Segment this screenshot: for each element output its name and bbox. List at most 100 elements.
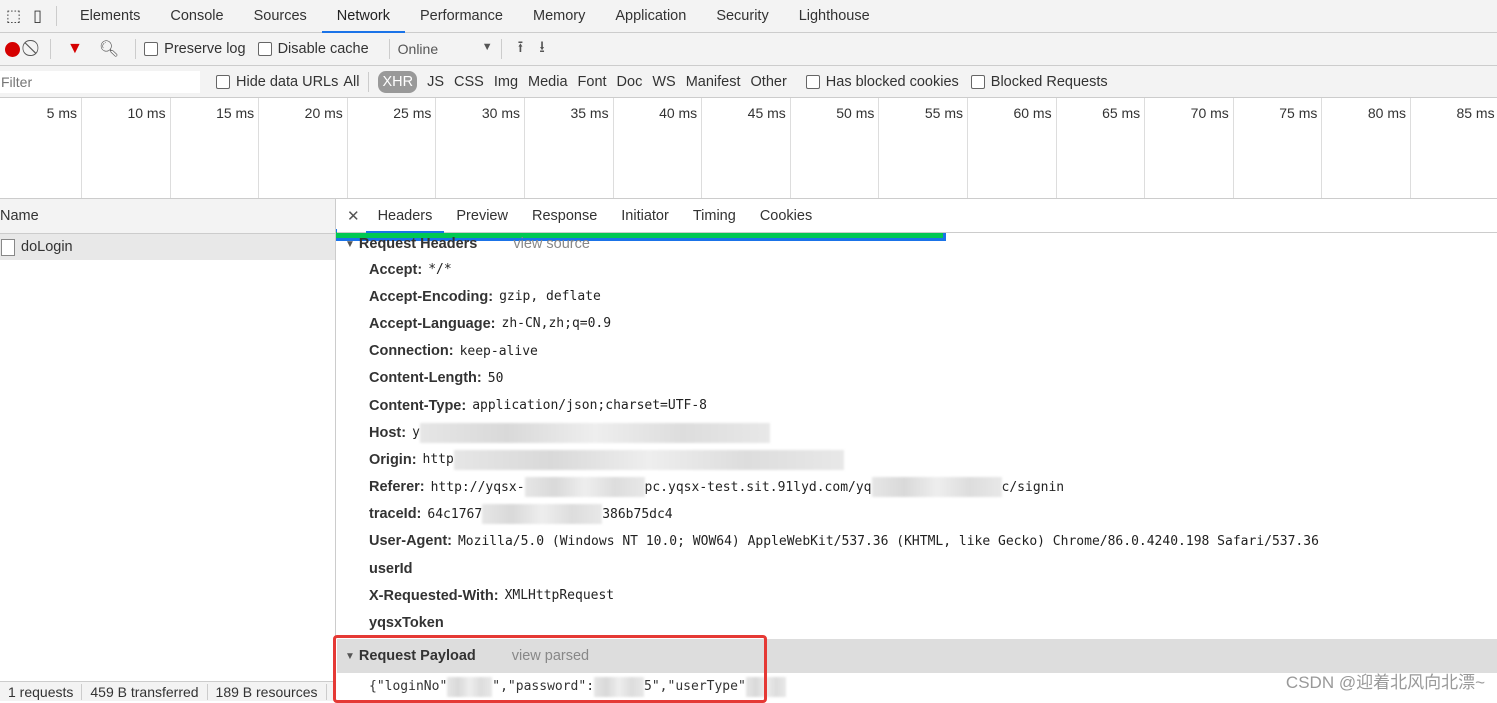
watermark: CSDN @迎着北风向北漂~ (1285, 673, 1485, 692)
redacted-area (871, 477, 1002, 498)
header-name: User-Agent: (369, 533, 452, 550)
header-value: Mozilla/5.0 (Windows NT 10.0; WOW64) App… (457, 533, 1319, 549)
header-value: */* (428, 262, 452, 278)
request-row[interactable]: doLogin (0, 234, 335, 260)
timeline-gridline (967, 98, 968, 198)
filter-type-media[interactable]: Media (528, 74, 568, 90)
filter-input[interactable] (0, 70, 200, 93)
header-row: Accept-Language: zh-CN,zh;q=0.9 (337, 310, 1497, 337)
timeline-tick-label: 25 ms (393, 105, 432, 121)
export-har-icon[interactable]: ⭳ (539, 36, 545, 63)
header-row: Referer: http://yqsx-pc.yqsx-test.sit.91l… (337, 474, 1497, 501)
tab-sources[interactable]: Sources (239, 0, 322, 33)
header-value: application/json;charset=UTF-8 (472, 398, 708, 414)
filter-type-css[interactable]: CSS (454, 74, 484, 90)
header-value: XMLHttpRequest (504, 588, 615, 604)
filter-type-img[interactable]: Img (494, 74, 518, 90)
overview-timeline[interactable]: 5 ms 10 ms 15 ms 20 ms 25 ms 30 ms 35 ms 40 ms 4… (0, 98, 1497, 241)
file-icon (1, 238, 15, 256)
timeline-tick-label: 85 ms (1456, 105, 1495, 121)
timeline-tick-label: 35 ms (570, 105, 609, 121)
details-tab-timing[interactable]: Timing (681, 199, 748, 233)
timeline-gridline (81, 98, 82, 198)
tab-performance[interactable]: Performance (405, 0, 518, 33)
filter-type-ws[interactable]: WS (652, 74, 675, 90)
disable-cache-checkbox[interactable]: Disable cache (257, 41, 369, 57)
divider (55, 6, 57, 26)
resource-type-filters: All XHR JS CSS Img Media Font Doc WS Manifest Othe… (338, 70, 791, 93)
search-icon[interactable]: 🔍︎ (99, 39, 119, 59)
throttling-value: Online (397, 41, 439, 57)
tab-security[interactable]: Security (701, 0, 783, 33)
details-tab-response[interactable]: Response (520, 199, 609, 233)
filter-type-all[interactable]: All (343, 74, 359, 90)
filter-type-other[interactable]: Other (751, 74, 787, 90)
details-tab-preview[interactable]: Preview (444, 199, 520, 233)
header-name: userId (369, 560, 413, 577)
timeline-gridline (701, 98, 703, 198)
filter-type-font[interactable]: Font (578, 74, 607, 90)
request-details-pane: ✕ Headers Preview Response Initiator Timing C… (333, 199, 1497, 703)
transferred-size: 459 B transferred (82, 683, 208, 700)
view-source-link[interactable]: view source (513, 236, 590, 252)
blocked-requests-checkbox[interactable]: Blocked Requests (970, 73, 1108, 90)
header-value: 64c1767 (427, 506, 483, 522)
divider (500, 39, 502, 59)
header-value: keep-alive (459, 343, 538, 359)
tab-memory[interactable]: Memory (518, 0, 600, 33)
close-icon[interactable]: ✕ (347, 207, 360, 225)
header-value: c/signin (1001, 479, 1065, 495)
redacted-area (482, 504, 603, 525)
header-name: Content-Type: (369, 397, 467, 414)
panel-tabs: Elements Console Sources Network Performance… (65, 0, 885, 33)
chevron-down-icon: ▼ (481, 41, 493, 53)
header-value: 386b75dc4 (602, 506, 673, 522)
timeline-tick-label: 10 ms (127, 105, 166, 121)
resources-size: 189 B resources (208, 683, 327, 700)
tab-lighthouse[interactable]: Lighthouse (784, 0, 885, 33)
header-name: Accept-Encoding: (369, 288, 494, 305)
blocked-requests-label: Blocked Requests (990, 73, 1108, 90)
timeline-gridline (1321, 98, 1323, 198)
import-har-icon[interactable]: ⭱ (518, 36, 524, 63)
network-toolbar: ⃠ ▼ 🔍︎ Preserve log Disable cache Online… (0, 33, 1497, 66)
timeline-tick-label: 75 ms (1279, 105, 1318, 121)
name-column-header[interactable]: Name (0, 199, 335, 234)
request-list-pane: Name doLogin 1 requests 459 B transferre… (0, 199, 336, 701)
filter-type-xhr[interactable]: XHR (378, 70, 418, 93)
throttling-select[interactable]: Online ▼ (398, 41, 493, 57)
details-tab-initiator[interactable]: Initiator (609, 199, 681, 233)
tab-elements[interactable]: Elements (65, 0, 155, 33)
timeline-tick-label: 55 ms (924, 105, 963, 121)
tab-application[interactable]: Application (600, 0, 701, 33)
header-name: yqsxToken (369, 615, 444, 632)
filter-type-manifest[interactable]: Manifest (686, 74, 741, 90)
has-blocked-cookies-label: Has blocked cookies (825, 73, 959, 90)
highlight-box (333, 635, 767, 703)
record-icon[interactable] (5, 41, 20, 57)
inspect-element-icon[interactable]: ⬚ (6, 6, 21, 26)
header-row: userId (337, 555, 1497, 582)
header-name: traceId: (369, 506, 422, 523)
tab-network[interactable]: Network (321, 0, 405, 33)
device-toolbar-icon[interactable]: ▯ (33, 6, 42, 26)
filter-type-doc[interactable]: Doc (617, 74, 643, 90)
timeline-gridline (258, 98, 260, 198)
request-headers-section[interactable]: ▼ Request Headers view source (337, 233, 1497, 255)
preserve-log-checkbox[interactable]: Preserve log (144, 41, 246, 57)
triangle-down-icon: ▼ (345, 238, 355, 250)
name-header-label: Name (0, 208, 39, 224)
tab-console[interactable]: Console (155, 0, 238, 33)
filter-type-js[interactable]: JS (427, 74, 444, 90)
details-tab-headers[interactable]: Headers (365, 199, 445, 233)
filter-icon[interactable]: ▼ (67, 40, 83, 58)
hide-data-urls-checkbox[interactable]: Hide data URLs (216, 74, 338, 90)
header-name: Referer: (369, 479, 425, 496)
headers-list: Accept: */* Accept-Encoding: gzip, deflate A… (337, 255, 1497, 637)
header-row: User-Agent: Mozilla/5.0 (Windows NT 10.0;… (337, 528, 1497, 555)
has-blocked-cookies-checkbox[interactable]: Has blocked cookies (805, 73, 959, 90)
request-name: doLogin (21, 239, 73, 255)
timeline-gridline (435, 98, 437, 198)
details-tab-cookies[interactable]: Cookies (748, 199, 824, 233)
header-row: Connection: keep-alive (337, 338, 1497, 365)
